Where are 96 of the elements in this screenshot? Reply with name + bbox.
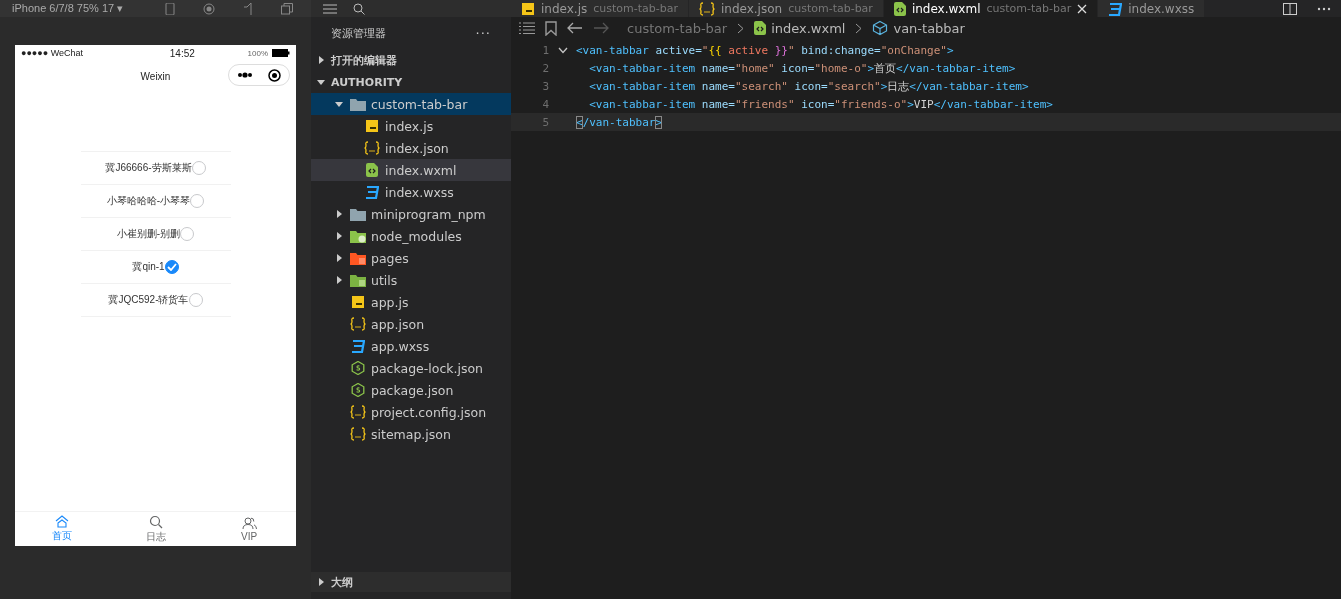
folder-icon	[350, 207, 366, 221]
js-file-icon	[351, 295, 365, 309]
section-header[interactable]: AUTHORITY	[311, 71, 511, 93]
vehicle-label: 冀J66666-劳斯莱斯	[105, 161, 192, 175]
back-arrow-icon[interactable]	[567, 22, 583, 34]
line-number: 5	[541, 115, 549, 129]
page-title: Weixin	[140, 70, 171, 82]
split-editor-icon[interactable]	[1283, 2, 1297, 15]
line-number: 4	[541, 97, 549, 111]
code-line: <van-tabbar active="{{ active }}" bind:change="onChange">	[576, 43, 954, 57]
more-button[interactable]: ···	[475, 25, 491, 41]
record-icon[interactable]	[203, 2, 215, 15]
carrier-text: ●●●●● WeChat	[21, 48, 84, 58]
folder-item[interactable]: miniprogram_npm	[311, 203, 511, 225]
collapsed-arrow-icon[interactable]	[335, 276, 343, 284]
code-file-icon	[366, 163, 378, 177]
file-item[interactable]: package.json	[311, 379, 511, 401]
chevron-icon	[855, 22, 863, 34]
collapsed-arrow-icon[interactable]	[335, 210, 343, 218]
search-icon[interactable]	[353, 2, 365, 15]
js-file-icon	[365, 119, 379, 133]
code-file-icon	[754, 21, 767, 35]
code-line: <van-tabbar-item name="home" icon="home-o">首页</van-tabbar-item>	[588, 60, 1016, 76]
css-file-icon	[351, 339, 365, 353]
search-icon	[148, 514, 163, 529]
radio-button[interactable]	[164, 260, 179, 274]
more-icon[interactable]	[1317, 6, 1331, 11]
braces-file-icon	[698, 1, 715, 16]
line-number: 3	[541, 79, 549, 93]
battery-text: 100%	[247, 48, 268, 58]
file-item[interactable]: index.json	[311, 137, 511, 159]
breadcrumb-item[interactable]: custom-tab-bar	[627, 20, 728, 36]
tab-bar-item[interactable]: 首页	[15, 512, 109, 546]
list-icon[interactable]	[519, 22, 535, 34]
folder-item[interactable]: utils	[311, 269, 511, 291]
vehicle-label: 小崔别删-别删	[116, 227, 181, 241]
file-item[interactable]: project.config.json	[311, 401, 511, 423]
braces-file-icon	[350, 405, 366, 419]
braces-file-icon	[364, 141, 380, 155]
folder-icon	[350, 273, 366, 287]
line-number: 2	[541, 61, 549, 75]
collapsed-arrow-icon	[317, 56, 325, 64]
braces-file-icon	[350, 317, 366, 331]
collapsed-arrow-icon	[317, 578, 325, 586]
clock-text: 14:52	[169, 47, 195, 59]
folder-item[interactable]: pages	[311, 247, 511, 269]
hexagon-file-icon	[351, 383, 365, 397]
file-item[interactable]: app.json	[311, 313, 511, 335]
tab-bar-item[interactable]: 日志	[108, 512, 203, 546]
css-file-icon	[1108, 1, 1123, 16]
collapsed-arrow-icon[interactable]	[335, 232, 343, 240]
file-item[interactable]: sitemap.json	[311, 423, 511, 445]
file-item[interactable]: index.wxss	[311, 181, 511, 203]
file-item[interactable]: index.wxml	[311, 159, 511, 181]
file-item[interactable]: app.js	[311, 291, 511, 313]
file-item[interactable]: app.wxss	[311, 335, 511, 357]
vehicle-label: 冀JQC592-轿货车	[108, 293, 189, 307]
braces-file-icon	[350, 427, 366, 441]
more-icon[interactable]	[236, 72, 253, 78]
window-icon[interactable]	[281, 2, 293, 15]
cube-icon	[872, 20, 889, 36]
folder-item[interactable]: custom-tab-bar	[311, 93, 511, 115]
folder-item[interactable]: node_modules	[311, 225, 511, 247]
code-line: <van-tabbar-item name="friends" icon="friends-o">VIP</van-tabbar-item>	[588, 97, 1053, 111]
editor-tab[interactable]: index.wxss	[1098, 0, 1206, 17]
file-item[interactable]: package-lock.json	[311, 357, 511, 379]
phone-icon[interactable]	[165, 2, 175, 15]
expanded-arrow-icon	[317, 78, 325, 86]
vehicle-label: 小琴哈哈哈-小琴琴	[106, 194, 191, 208]
breadcrumb-item[interactable]: van-tabbar	[872, 20, 965, 36]
breadcrumb-item[interactable]: index.wxml	[754, 20, 846, 36]
folder-icon	[350, 97, 366, 111]
section-header[interactable]: 打开的编辑器	[311, 49, 511, 71]
home-icon	[54, 515, 69, 528]
css-file-icon	[365, 185, 379, 199]
js-file-icon	[521, 1, 535, 16]
menu-icon[interactable]	[323, 2, 337, 15]
hexagon-file-icon	[351, 361, 365, 375]
explorer-title: 资源管理器	[331, 25, 386, 41]
folder-icon	[350, 229, 366, 243]
code-line: <van-tabbar-item name="search" icon="search">日志</van-tabbar-item>	[588, 78, 1029, 94]
editor-tab[interactable]: index.wxml custom-tab-bar	[883, 0, 1099, 17]
expanded-arrow-icon[interactable]	[335, 100, 343, 108]
editor-tab[interactable]: index.js custom-tab-bar	[511, 0, 689, 17]
file-item[interactable]: index.js	[311, 115, 511, 137]
line-number: 1	[541, 43, 549, 57]
folder-icon	[350, 251, 366, 265]
editor-tab[interactable]: index.json custom-tab-bar	[688, 0, 884, 17]
section-header[interactable]: 大纲	[311, 572, 511, 592]
tab-bar-item[interactable]: VIP	[202, 512, 296, 546]
collapsed-arrow-icon[interactable]	[335, 254, 343, 262]
people-icon	[241, 516, 257, 530]
vehicle-label: 冀qin-1	[132, 260, 165, 274]
battery-icon	[272, 49, 290, 57]
bookmark-icon[interactable]	[545, 20, 557, 36]
chevron-icon	[737, 22, 745, 34]
